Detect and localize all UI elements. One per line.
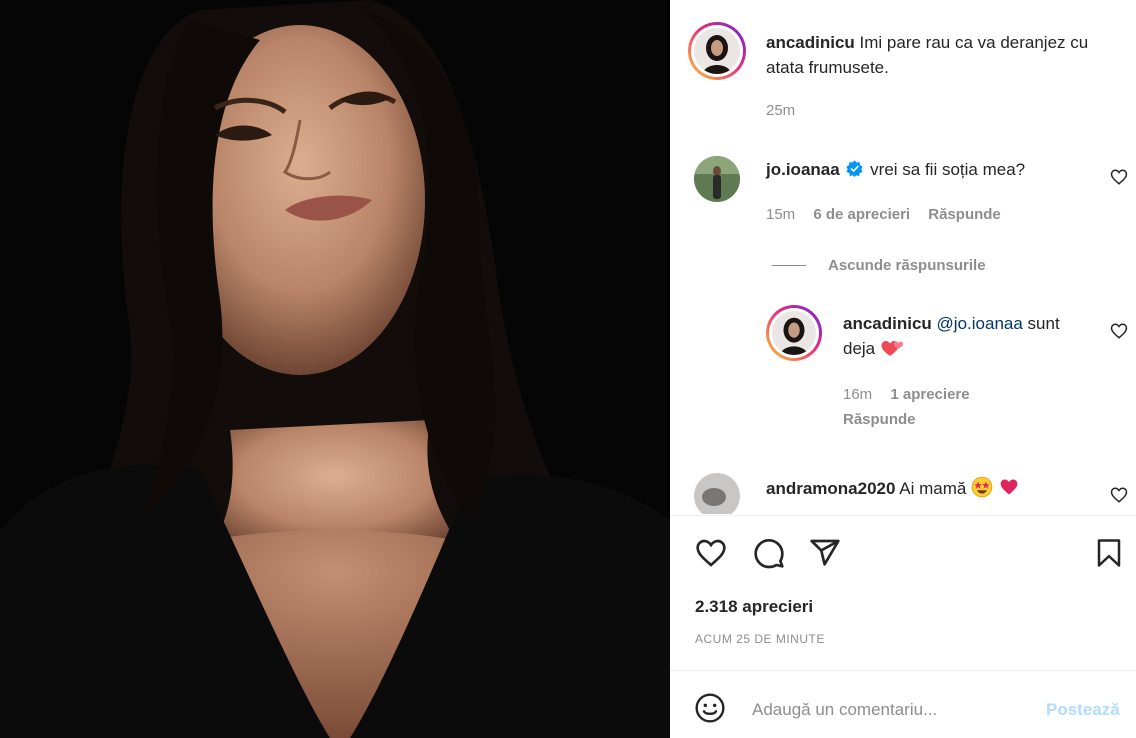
comment-icon[interactable] (752, 537, 786, 569)
comment-text: vrei sa fii soția mea? (870, 160, 1026, 179)
star-struck-emoji-icon (971, 476, 993, 498)
avatar-photo (694, 28, 740, 74)
like-icon[interactable] (694, 537, 728, 569)
reply-text-b: deja (843, 339, 876, 358)
likes-count[interactable]: 2.318 aprecieri (695, 597, 813, 617)
like-comment-icon[interactable] (1110, 168, 1128, 186)
reply-username[interactable]: ancadinicu (843, 314, 932, 333)
reply-likes[interactable]: 1 apreciere (890, 386, 969, 403)
reply-avatar[interactable] (766, 305, 822, 361)
comment-likes[interactable]: 6 de aprecieri (813, 206, 910, 223)
author-avatar[interactable] (688, 22, 746, 80)
caption-meta: 25m (766, 102, 809, 119)
reply-meta: 16m 1 apreciere (843, 386, 984, 403)
verified-badge-icon (846, 160, 863, 177)
hide-replies-label: Ascunde răspunsurile (828, 257, 986, 274)
reply-text-a: sunt (1027, 314, 1060, 333)
comment-meta: 15m 6 de aprecieri Răspunde (766, 206, 1015, 223)
commenter-2-avatar[interactable] (694, 473, 740, 514)
caption-time[interactable]: 25m (766, 102, 795, 119)
two-hearts-emoji-icon (881, 341, 903, 356)
comment-2-clip: andramona2020 Ai mamă (670, 468, 1136, 514)
post-photo[interactable] (0, 0, 670, 738)
avatar-photo (694, 156, 740, 202)
composer-divider (670, 670, 1136, 671)
comment-2: andramona2020 Ai mamă (766, 476, 1086, 501)
like-reply-icon[interactable] (1110, 322, 1128, 340)
hide-replies-line (772, 265, 806, 266)
post-details-panel: ancadinicu Imi pare rau ca va deranjez c… (670, 0, 1136, 738)
reply-comment: ancadinicu @jo.ioanaa sunt deja (843, 311, 1093, 361)
reply-button[interactable]: Răspunde (928, 206, 1001, 223)
avatar-photo (772, 311, 816, 355)
caption-username[interactable]: ancadinicu (766, 33, 855, 52)
comment: jo.ioanaa vrei sa fii soția mea? (766, 157, 1086, 182)
portrait-image (0, 0, 670, 738)
red-heart-emoji-icon (1000, 479, 1018, 495)
comment-input[interactable]: Adaugă un comentariu... (752, 700, 937, 720)
hide-replies-button[interactable]: Ascunde răspunsurile (828, 257, 1000, 274)
caption: ancadinicu Imi pare rau ca va deranjez c… (766, 30, 1116, 80)
comment-2-username[interactable]: andramona2020 (766, 479, 895, 498)
like-comment-2-icon[interactable] (1110, 486, 1128, 504)
reply-mention[interactable]: @jo.ioanaa (937, 314, 1023, 333)
comment-time[interactable]: 15m (766, 206, 795, 223)
post-time-ago[interactable]: ACUM 25 DE MINUTE (695, 632, 825, 646)
commenter-avatar[interactable] (694, 156, 740, 202)
actions-divider (670, 515, 1136, 516)
post-comment-button[interactable]: Postează (1046, 700, 1120, 720)
save-bookmark-icon[interactable] (1094, 537, 1124, 569)
reply-time[interactable]: 16m (843, 386, 872, 403)
comment-2-text: Ai mamă (899, 479, 967, 498)
avatar-photo (694, 473, 740, 514)
emoji-picker-icon[interactable] (694, 692, 726, 724)
share-icon[interactable] (808, 537, 842, 569)
reply-reply-button[interactable]: Răspunde (843, 411, 930, 428)
comment-username[interactable]: jo.ioanaa (766, 160, 840, 179)
reply-reply-label: Răspunde (843, 411, 916, 428)
